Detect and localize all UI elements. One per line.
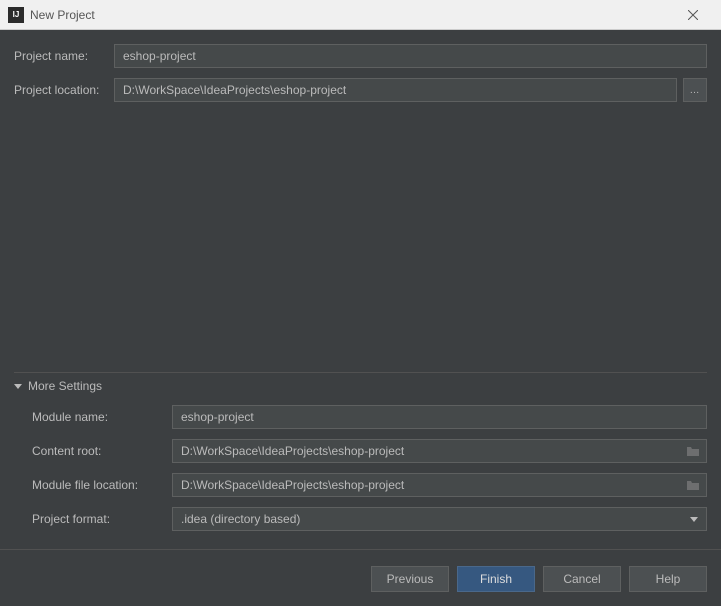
project-format-select[interactable]: .idea (directory based): [172, 507, 707, 531]
content-root-input[interactable]: [173, 440, 686, 462]
caret-down-icon: [14, 384, 22, 389]
project-location-browse-button[interactable]: …: [683, 78, 707, 102]
project-location-input[interactable]: [114, 78, 677, 102]
project-format-value: .idea (directory based): [181, 512, 690, 526]
chevron-down-icon: [690, 517, 698, 522]
project-format-row: Project format: .idea (directory based): [32, 507, 707, 531]
ellipsis-icon: …: [690, 85, 701, 96]
project-format-label: Project format:: [32, 512, 172, 526]
app-icon: IJ: [8, 7, 24, 23]
more-settings-toggle[interactable]: More Settings: [14, 379, 707, 393]
module-file-location-label: Module file location:: [32, 478, 172, 492]
cancel-button[interactable]: Cancel: [543, 566, 621, 592]
folder-icon[interactable]: [686, 479, 700, 491]
window-title: New Project: [30, 8, 673, 22]
module-name-input[interactable]: [172, 405, 707, 429]
main-panel: Project name: Project location: … More S…: [0, 30, 721, 531]
module-file-location-field: [172, 473, 707, 497]
module-name-row: Module name:: [32, 405, 707, 429]
project-name-label: Project name:: [14, 49, 114, 63]
close-icon: [688, 10, 698, 20]
project-location-label: Project location:: [14, 83, 114, 97]
more-settings-label: More Settings: [28, 379, 102, 393]
project-location-row: Project location: …: [14, 78, 707, 102]
close-button[interactable]: [673, 0, 713, 30]
more-settings-section: More Settings Module name: Content root:…: [14, 372, 707, 531]
more-settings-body: Module name: Content root: Module file l…: [14, 405, 707, 531]
project-name-input[interactable]: [114, 44, 707, 68]
module-name-label: Module name:: [32, 410, 172, 424]
project-name-row: Project name:: [14, 44, 707, 68]
module-file-location-row: Module file location:: [32, 473, 707, 497]
module-file-location-input[interactable]: [173, 474, 686, 496]
spacer: [14, 112, 707, 372]
button-bar: Previous Finish Cancel Help: [0, 549, 721, 606]
folder-icon[interactable]: [686, 445, 700, 457]
help-button[interactable]: Help: [629, 566, 707, 592]
content-root-field: [172, 439, 707, 463]
content-root-label: Content root:: [32, 444, 172, 458]
titlebar: IJ New Project: [0, 0, 721, 30]
finish-button[interactable]: Finish: [457, 566, 535, 592]
content-root-row: Content root:: [32, 439, 707, 463]
previous-button[interactable]: Previous: [371, 566, 449, 592]
